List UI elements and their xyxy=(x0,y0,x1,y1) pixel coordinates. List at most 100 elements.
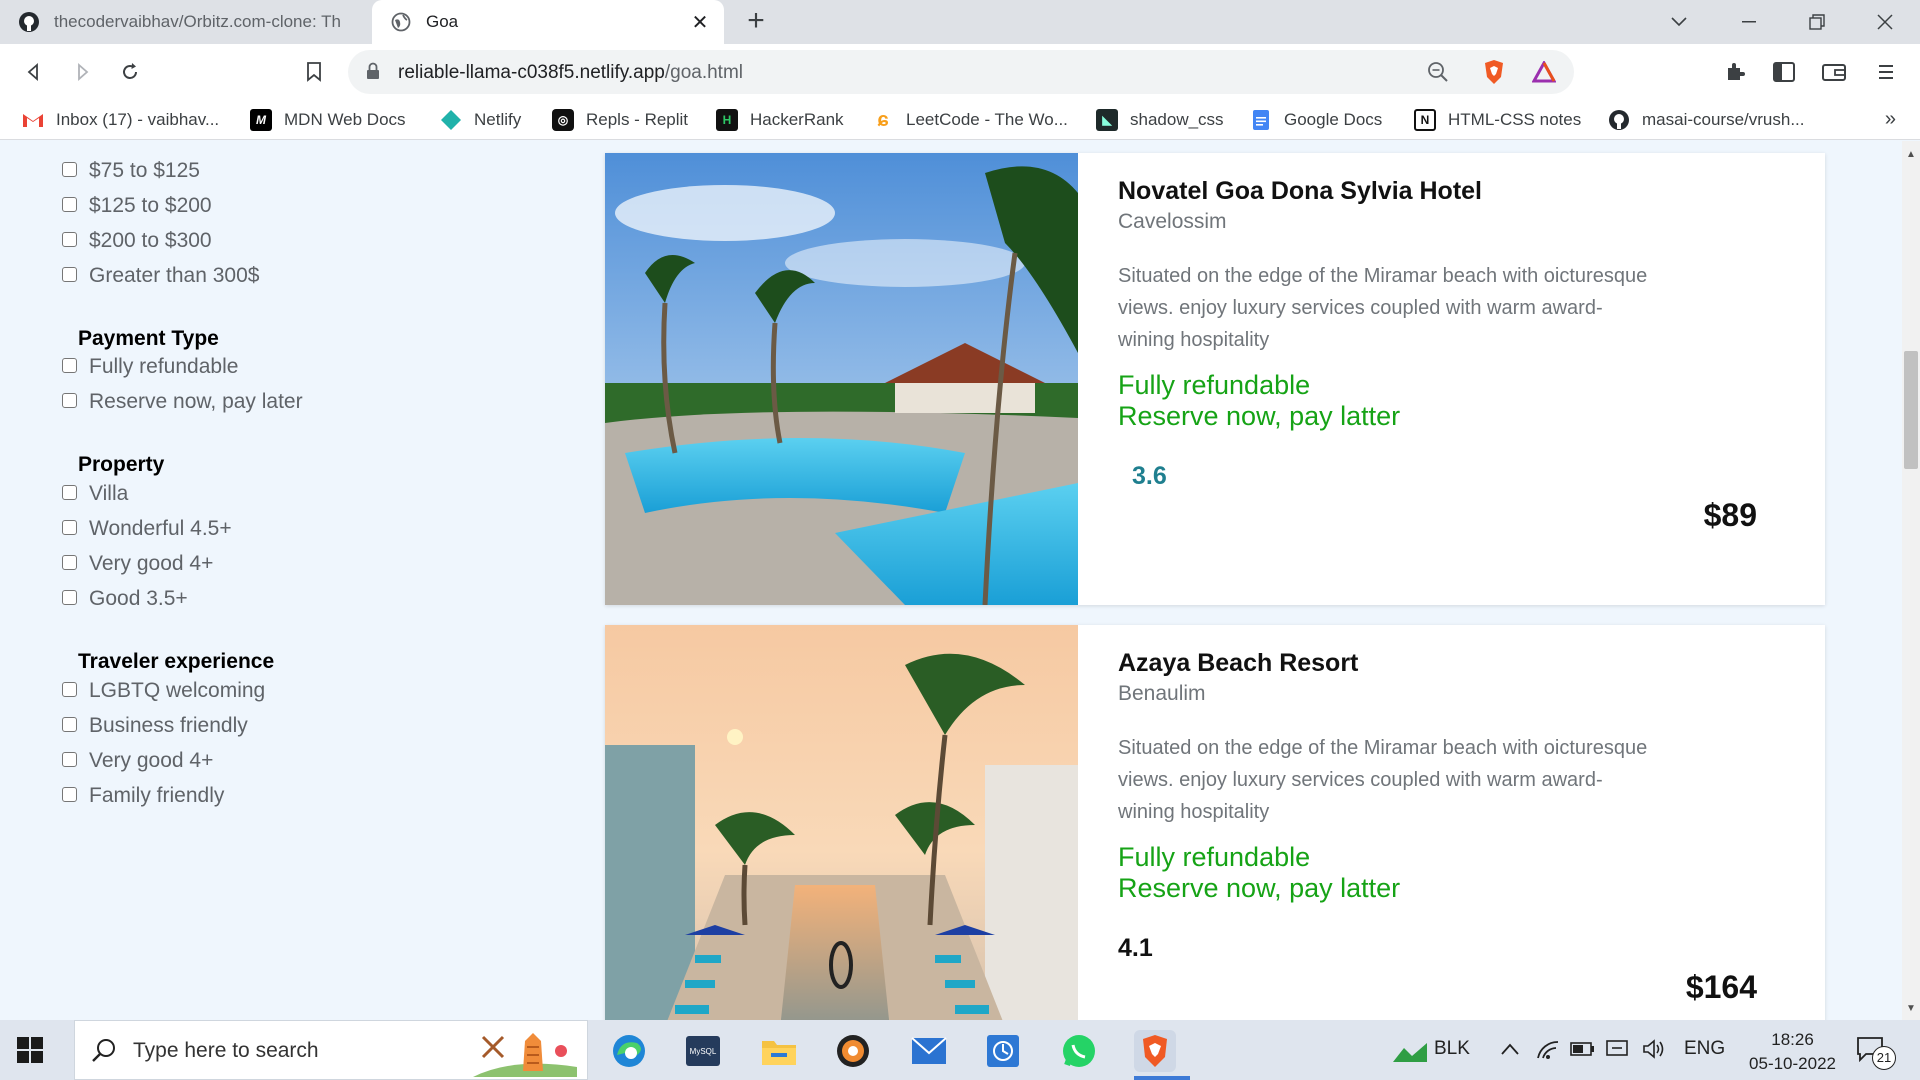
mail-app-icon[interactable] xyxy=(908,1030,950,1072)
github-icon xyxy=(18,11,40,33)
checkbox[interactable] xyxy=(62,357,77,373)
file-explorer-icon[interactable] xyxy=(758,1030,800,1072)
hotel-card[interactable]: Azaya Beach Resort Benaulim Situated on … xyxy=(605,625,1825,1020)
whatsapp-icon[interactable] xyxy=(1058,1030,1100,1072)
scroll-thumb[interactable] xyxy=(1904,351,1918,469)
new-tab-button[interactable]: + xyxy=(740,6,772,38)
hotel-photo-pool xyxy=(605,153,1078,605)
filter-reserve-now[interactable]: Reserve now, pay later xyxy=(62,390,303,414)
filter-family-friendly[interactable]: Family friendly xyxy=(62,784,224,808)
media-player-icon[interactable] xyxy=(832,1030,874,1072)
bookmark-gmail[interactable]: Inbox (17) - vaibhav... xyxy=(22,108,219,132)
close-tab-icon[interactable]: ✕ xyxy=(688,10,712,34)
scroll-down-arrow-icon[interactable]: ▼ xyxy=(1902,1003,1920,1014)
checkbox[interactable] xyxy=(62,751,77,767)
bookmark-html-css-notes[interactable]: N HTML-CSS notes xyxy=(1414,108,1581,132)
address-bar[interactable]: reliable-llama-c038f5.netlify.app/goa.ht… xyxy=(348,50,1574,94)
volume-icon[interactable] xyxy=(1642,1038,1666,1066)
taskbar-search[interactable]: Type here to search xyxy=(74,1020,588,1080)
filter-villa[interactable]: Villa xyxy=(62,482,128,506)
filter-price-75-125[interactable]: $75 to $125 xyxy=(62,159,200,183)
forward-button[interactable] xyxy=(66,56,98,88)
hotel-location: Benaulim xyxy=(1118,682,1206,705)
hotel-card[interactable]: Novatel Goa Dona Sylvia Hotel Cavelossim… xyxy=(605,153,1825,605)
brave-rewards-icon[interactable] xyxy=(1530,58,1558,86)
hotel-info: Azaya Beach Resort Benaulim Situated on … xyxy=(1118,649,1798,963)
restore-button[interactable] xyxy=(1782,0,1852,44)
sticky-app-icon[interactable] xyxy=(982,1030,1024,1072)
checkbox[interactable] xyxy=(62,196,77,212)
hotel-name[interactable]: Azaya Beach Resort xyxy=(1118,649,1798,678)
zoom-icon[interactable] xyxy=(1424,58,1452,86)
filter-lgbtq-welcoming[interactable]: LGBTQ welcoming xyxy=(62,679,265,703)
more-bookmarks-button[interactable]: » xyxy=(1885,108,1896,131)
checkbox[interactable] xyxy=(62,681,77,697)
payment-options: Fully refundable Reserve now, pay latter xyxy=(1118,370,1798,432)
bookmark-hackerrank[interactable]: H HackerRank xyxy=(716,108,844,132)
wifi-icon[interactable] xyxy=(1536,1038,1560,1066)
checkbox[interactable] xyxy=(62,392,77,408)
bookmarks-bar: Inbox (17) - vaibhav... M MDN Web Docs N… xyxy=(0,100,1920,140)
reload-button[interactable] xyxy=(114,56,146,88)
checkbox[interactable] xyxy=(62,554,77,570)
system-clock[interactable]: 18:26 05-10-2022 xyxy=(1749,1028,1836,1076)
filter-business-friendly[interactable]: Business friendly xyxy=(62,714,248,738)
edge-app-icon[interactable] xyxy=(608,1030,650,1072)
wallet-icon[interactable] xyxy=(1818,56,1850,88)
bookmark-masai-course[interactable]: masai-course/vrush... xyxy=(1608,108,1805,132)
bookmark-replit[interactable]: ◎ Repls - Replit xyxy=(552,108,688,132)
checkbox[interactable] xyxy=(62,716,77,732)
hotel-name[interactable]: Novatel Goa Dona Sylvia Hotel xyxy=(1118,177,1798,206)
brave-shields-icon[interactable] xyxy=(1480,58,1508,86)
filter-very-good[interactable]: Very good 4+ xyxy=(62,552,213,576)
filter-traveler-very-good[interactable]: Very good 4+ xyxy=(62,749,213,773)
checkbox[interactable] xyxy=(62,484,77,500)
notification-center-icon[interactable]: 21 xyxy=(1856,1034,1896,1070)
stock-label[interactable]: BLK xyxy=(1434,1038,1470,1060)
bookmark-leetcode[interactable]: ɕ LeetCode - The Wo... xyxy=(872,108,1067,132)
network-icon[interactable] xyxy=(1606,1038,1630,1066)
bookmark-page-icon[interactable] xyxy=(298,56,330,88)
checkbox[interactable] xyxy=(62,266,77,282)
filter-good[interactable]: Good 3.5+ xyxy=(62,587,188,611)
extensions-icon[interactable] xyxy=(1720,56,1752,88)
mysql-app-icon[interactable]: MySQL xyxy=(682,1030,724,1072)
property-heading: Property xyxy=(78,453,165,476)
filter-fully-refundable[interactable]: Fully refundable xyxy=(62,355,238,379)
bookmark-mdn[interactable]: M MDN Web Docs xyxy=(250,108,406,132)
checkbox[interactable] xyxy=(62,786,77,802)
windows-start-icon[interactable] xyxy=(16,1036,44,1069)
hotel-description: Situated on the edge of the Miramar beac… xyxy=(1118,737,1648,823)
chevron-up-icon[interactable] xyxy=(1500,1040,1520,1062)
back-button[interactable] xyxy=(18,56,50,88)
search-placeholder: Type here to search xyxy=(133,1039,319,1062)
search-highlight-icon xyxy=(473,1027,577,1080)
bookmark-google-docs[interactable]: Google Docs xyxy=(1250,108,1382,132)
page-scrollbar[interactable]: ▲ ▼ xyxy=(1902,141,1920,1020)
filter-price-200-300[interactable]: $200 to $300 xyxy=(62,229,212,253)
language-indicator[interactable]: ENG xyxy=(1684,1038,1725,1060)
filter-price-over-300[interactable]: Greater than 300$ xyxy=(62,264,259,288)
battery-icon[interactable] xyxy=(1570,1040,1596,1064)
sidebar-panel-icon[interactable] xyxy=(1768,56,1800,88)
checkbox[interactable] xyxy=(62,589,77,605)
tab-goa[interactable]: Goa ✕ xyxy=(372,0,724,44)
menu-icon[interactable] xyxy=(1870,56,1902,88)
minimize-button[interactable] xyxy=(1714,0,1784,44)
scroll-up-arrow-icon[interactable]: ▲ xyxy=(1902,149,1920,160)
bookmark-shadow-css[interactable]: ◣ shadow_css xyxy=(1096,108,1224,132)
filter-wonderful[interactable]: Wonderful 4.5+ xyxy=(62,517,232,541)
checkbox[interactable] xyxy=(62,231,77,247)
svg-text:MySQL: MySQL xyxy=(690,1047,717,1056)
checkbox[interactable] xyxy=(62,519,77,535)
filter-price-125-200[interactable]: $125 to $200 xyxy=(62,194,212,218)
tab-title: Goa xyxy=(426,12,459,31)
bookmark-netlify[interactable]: Netlify xyxy=(440,108,521,132)
brave-app-icon[interactable] xyxy=(1134,1030,1176,1072)
browser-toolbar: reliable-llama-c038f5.netlify.app/goa.ht… xyxy=(0,44,1920,100)
tab-github[interactable]: thecodervaibhav/Orbitz.com-clone: Th xyxy=(0,0,372,44)
stock-chart-icon[interactable] xyxy=(1392,1042,1428,1070)
checkbox[interactable] xyxy=(62,161,77,177)
close-window-button[interactable] xyxy=(1850,0,1920,44)
tab-search-chevron-icon[interactable] xyxy=(1644,0,1714,44)
